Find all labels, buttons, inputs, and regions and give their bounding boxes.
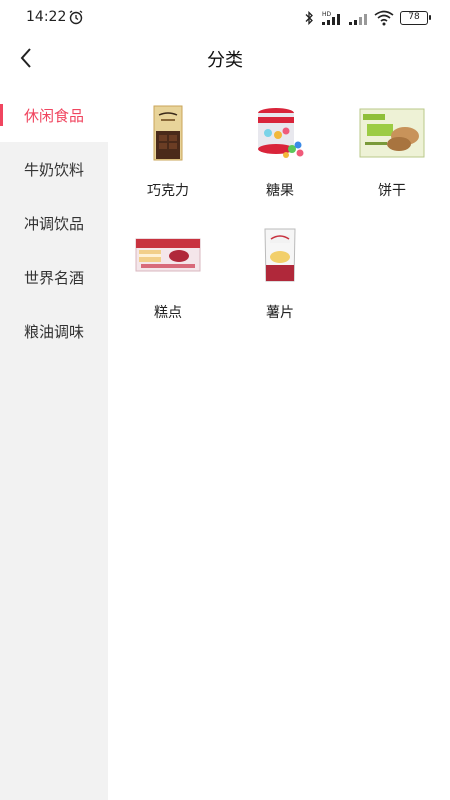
category-pastry[interactable]: 糕点 [112, 222, 224, 322]
wifi-icon [374, 10, 394, 26]
sidebar-item-instant-drinks[interactable]: 冲调饮品 [0, 196, 108, 250]
category-label: 糖果 [266, 183, 294, 199]
sidebar-item-snacks[interactable]: 休闲食品 [0, 88, 108, 142]
sidebar-item-label: 休闲食品 [23, 106, 84, 125]
svg-text:HD: HD [322, 11, 332, 18]
category-candy[interactable]: 糖果 [224, 100, 336, 200]
subcategory-grid: 巧克力 糖果 饼干 糕点 薯片 [112, 100, 450, 322]
sidebar-item-label: 牛奶饮料 [23, 160, 84, 179]
page-title: 分类 [207, 50, 243, 71]
category-biscuits[interactable]: 饼干 [336, 100, 448, 200]
status-bar: 14:22 HD 78 [0, 0, 450, 36]
status-time: 14:22 [26, 9, 67, 25]
category-label: 饼干 [378, 183, 406, 199]
top-nav-bar: 分类 [0, 36, 450, 80]
biscuit-box-image [357, 100, 427, 166]
candy-jar-image [245, 100, 315, 166]
sidebar-item-milk-drinks[interactable]: 牛奶饮料 [0, 142, 108, 196]
sidebar-item-label: 冲调饮品 [23, 214, 84, 233]
category-label: 薯片 [266, 305, 294, 321]
category-label: 糕点 [154, 305, 182, 321]
sidebar-item-label: 世界名酒 [23, 268, 84, 287]
chips-bag-image [245, 222, 315, 288]
alarm-icon [69, 10, 83, 25]
category-chocolate[interactable]: 巧克力 [112, 100, 224, 200]
sidebar-item-world-wines[interactable]: 世界名酒 [0, 250, 108, 304]
signal-hd-icon: HD [322, 11, 340, 25]
bluetooth-icon [305, 11, 313, 25]
category-sidebar: 休闲食品 牛奶饮料 冲调饮品 世界名酒 粮油调味 [0, 88, 108, 800]
category-chips[interactable]: 薯片 [224, 222, 336, 322]
chocolate-image [133, 100, 203, 166]
sidebar-item-grain-oil-seasoning[interactable]: 粮油调味 [0, 304, 108, 358]
signal-icon [349, 14, 367, 25]
battery-indicator: 78 [400, 11, 431, 25]
sidebar-item-label: 粮油调味 [23, 322, 84, 341]
category-label: 巧克力 [147, 183, 189, 199]
cake-pack-image [133, 222, 203, 288]
